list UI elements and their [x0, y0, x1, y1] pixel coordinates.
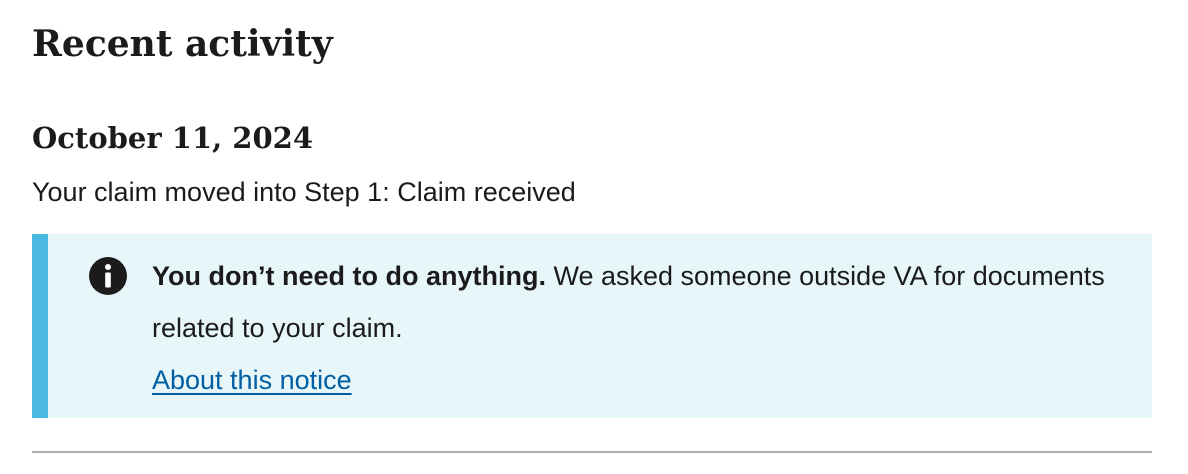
about-this-notice-link[interactable]: About this notice [152, 365, 352, 395]
alert-heading: You don’t need to do anything. [152, 261, 546, 291]
recent-activity-page: Recent activity October 11, 2024 Your cl… [0, 0, 1188, 474]
info-alert: You don’t need to do anything. We asked … [32, 234, 1152, 418]
section-title: Recent activity [32, 23, 333, 65]
activity-description: Your claim moved into Step 1: Claim rece… [32, 177, 576, 207]
info-icon [88, 256, 128, 296]
alert-accent-border [32, 234, 48, 418]
section-divider [32, 451, 1152, 453]
activity-date: October 11, 2024 [32, 121, 314, 155]
alert-body: You don’t need to do anything. We asked … [152, 250, 1132, 406]
